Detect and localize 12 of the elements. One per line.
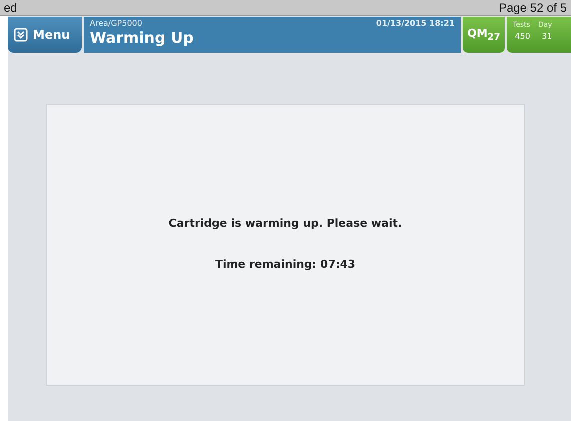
date-time: 01/13/2015 18:21 bbox=[376, 19, 455, 30]
menu-button[interactable]: Menu bbox=[8, 17, 82, 53]
qm-button[interactable]: QM$_{27}$ bbox=[463, 17, 505, 53]
time-remaining: Time remaining: 07:43 bbox=[215, 258, 356, 271]
breadcrumb: Area/GP5000 bbox=[90, 19, 144, 28]
page-number: Page 52 of 5 bbox=[498, 1, 568, 15]
screen-title: Warming Up bbox=[90, 28, 194, 48]
counter-value: 450 bbox=[515, 31, 530, 42]
chevron-down-icon bbox=[14, 28, 28, 42]
counter-value: 31 bbox=[542, 31, 552, 42]
document-header-text: ed bbox=[3, 1, 18, 15]
status-message: Cartridge is warming up. Please wait. bbox=[168, 217, 402, 230]
